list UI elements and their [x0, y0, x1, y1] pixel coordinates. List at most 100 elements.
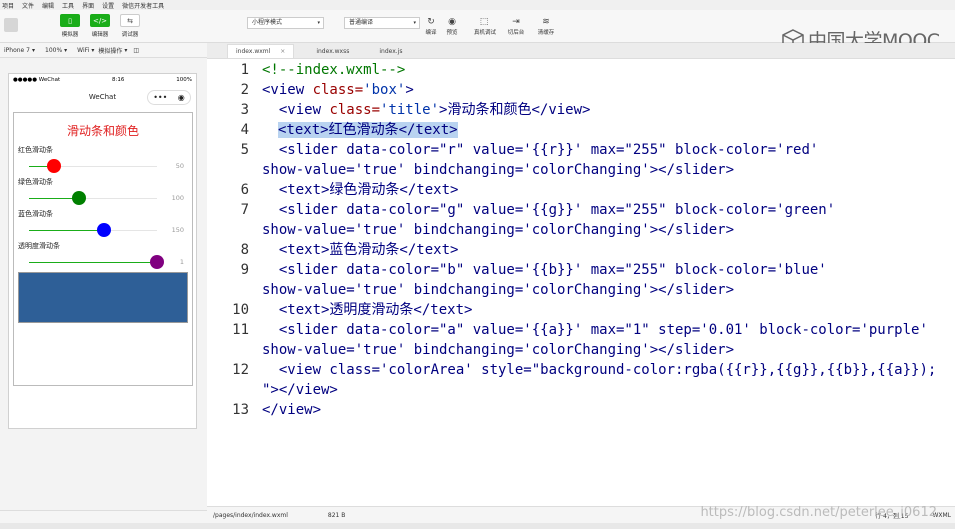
code-icon: </> [90, 14, 110, 27]
menu-item[interactable]: 界面 [82, 1, 94, 10]
alpha-slider[interactable] [29, 255, 164, 269]
line-number: 1 [240, 62, 249, 78]
device-select[interactable]: iPhone 7 [4, 47, 30, 54]
phone-icon: ▯ [60, 14, 80, 27]
layers-icon: ≋ [542, 17, 550, 27]
avatar[interactable] [4, 18, 18, 32]
slider-label: 蓝色滑动条 [18, 210, 53, 218]
line-number: 7 [240, 202, 249, 218]
chevron-down-icon: ▾ [413, 20, 416, 26]
tab-index-wxml[interactable]: index.wxml × [227, 44, 295, 58]
battery: 100% [176, 77, 192, 83]
code-line: <slider data-color="g" value='{{g}}' max… [262, 202, 836, 218]
clear-cache-label: 清缓存 [537, 30, 555, 36]
slider-fill [29, 230, 105, 231]
red-slider[interactable] [29, 159, 157, 173]
slider-thumb[interactable] [150, 255, 164, 269]
compile-label: 编译 [425, 30, 437, 36]
code-editor[interactable]: 1 2 3 4 5 6 7 8 9 10 11 12 13 <!--index.… [207, 59, 955, 506]
toolbar: ▯ 模拟器 </> 编辑器 ⇆ 调试器 小程序模式 ▾ 普通编译 ▾ ↻ 编译 ◉ 预览… [0, 10, 955, 52]
slider-value: 1 [179, 258, 184, 266]
line-number: 4 [240, 122, 249, 138]
compile-button[interactable]: ↻ 编译 [421, 16, 441, 36]
menu-item[interactable]: 项目 [2, 1, 14, 10]
rotate-icon[interactable]: ◫ [133, 47, 139, 54]
debug-icon: ⇆ [120, 14, 140, 27]
code-line: <view class='title'>滑动条和颜色</view> [262, 100, 591, 120]
code-line-wrap: show-value='true' bindchanging='colorCha… [262, 162, 735, 178]
menu-bar: 项目 文件 编辑 工具 界面 设置 微信开发者工具 [0, 0, 955, 10]
switch-icon: ⇥ [512, 17, 520, 27]
zoom-select[interactable]: 100% [45, 47, 62, 54]
more-icon[interactable]: ••• [153, 93, 167, 102]
nav-title: WeChat [88, 93, 117, 101]
line-number: 2 [240, 82, 249, 98]
menu-item[interactable]: 工具 [62, 1, 74, 10]
code-line: <slider data-color="a" value='{{a}}' max… [262, 322, 928, 338]
mode-select[interactable]: 小程序模式 ▾ [247, 17, 324, 29]
code-token: 'title' [380, 102, 440, 118]
compile-select[interactable]: 普通编译 ▾ [344, 17, 420, 29]
selection-highlight: <text>红色滑动条</text> [278, 122, 458, 138]
slider-label: 透明度滑动条 [18, 242, 60, 250]
clear-cache-button[interactable]: ≋ 清缓存 [536, 16, 556, 36]
editor-button[interactable]: </> 编辑器 [85, 14, 115, 38]
menu-item[interactable]: 微信开发者工具 [122, 1, 164, 10]
simulator-panel: ●●●●● WeChat 8:16 100% WeChat ••• ◉ 滑动条和… [0, 58, 207, 510]
real-debug-button[interactable]: ⬚ 真机调试 [474, 16, 496, 36]
close-icon[interactable]: × [280, 48, 285, 55]
line-number: 11 [232, 322, 249, 338]
background-button[interactable]: ⇥ 切后台 [506, 16, 526, 36]
simulator-button[interactable]: ▯ 模拟器 [55, 14, 85, 38]
mode-select-value: 小程序模式 [252, 19, 283, 26]
tab-index-js[interactable]: index.js [371, 44, 410, 58]
simulator-footer [0, 510, 207, 523]
slider-fill [29, 262, 157, 263]
code-line: <!--index.wxml--> [262, 62, 406, 78]
close-circle-icon[interactable]: ◉ [178, 93, 185, 102]
slider-thumb[interactable] [47, 159, 62, 173]
code-line-selected: <text>红色滑动条</text> [278, 120, 458, 140]
eye-icon: ◉ [448, 17, 456, 27]
chevron-down-icon: ▾ [31, 46, 35, 54]
tab-index-wxss[interactable]: index.wxss [308, 44, 357, 58]
box-view: 滑动条和颜色 红色滑动条 50 绿色滑动条 100 蓝色滑动条 150 透明度滑… [13, 112, 193, 386]
device-icon: ⬚ [479, 17, 489, 27]
code-line-wrap: show-value='true' bindchanging='colorCha… [262, 282, 735, 298]
code-token: > [405, 82, 414, 98]
debugger-label: 调试器 [121, 32, 139, 38]
line-number: 13 [232, 402, 249, 418]
code-line: <view class='box'> [262, 80, 414, 100]
tab-label: index.wxml [236, 48, 271, 55]
menu-item[interactable]: 编辑 [42, 1, 54, 10]
green-slider[interactable] [29, 191, 157, 205]
code-line-wrap: "></view> [262, 382, 338, 398]
debugger-button[interactable]: ⇆ 调试器 [115, 14, 145, 38]
code-token: 'box' [363, 82, 406, 98]
line-number: 5 [240, 142, 249, 158]
slider-label: 红色滑动条 [18, 146, 53, 154]
chevron-down-icon: ▾ [317, 20, 320, 26]
slider-thumb[interactable] [72, 191, 87, 205]
preview-button[interactable]: ◉ 预览 [442, 16, 462, 36]
tab-label: index.wxss [316, 47, 350, 55]
blue-slider[interactable] [29, 223, 157, 237]
code-line: <text>蓝色滑动条</text> [262, 242, 459, 258]
capsule-menu[interactable]: ••• ◉ [147, 90, 191, 105]
menu-item[interactable]: 文件 [22, 1, 34, 10]
network-select[interactable]: WiFi [77, 47, 89, 54]
background-label: 切后台 [507, 30, 525, 36]
clock: 8:16 [112, 77, 125, 83]
menu-item[interactable]: 设置 [102, 1, 114, 10]
phone-frame: ●●●●● WeChat 8:16 100% WeChat ••• ◉ 滑动条和… [8, 73, 197, 429]
compile-select-value: 普通编译 [349, 19, 374, 26]
line-number: 12 [232, 362, 249, 378]
slider-value: 50 [175, 162, 184, 170]
code-token: class= [312, 82, 364, 98]
line-number: 9 [240, 262, 249, 278]
phone-status-bar: ●●●●● WeChat 8:16 100% [9, 74, 196, 86]
slider-thumb[interactable] [97, 223, 112, 237]
preview-label: 预览 [446, 30, 458, 36]
simulate-select[interactable]: 模拟操作 [98, 46, 122, 55]
chevron-down-icon: ▾ [64, 46, 68, 54]
